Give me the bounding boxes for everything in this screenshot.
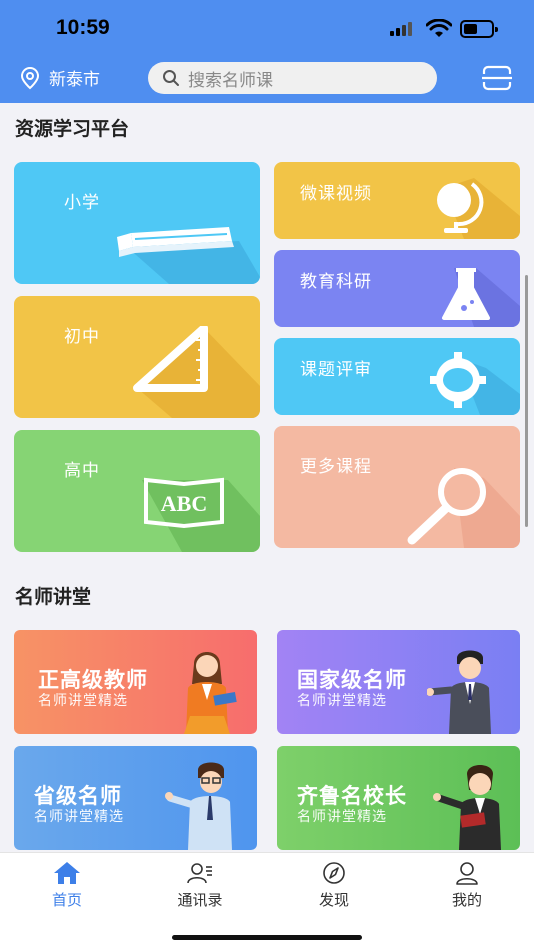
- flask-icon: [442, 268, 520, 327]
- tab-discover[interactable]: 发现: [294, 861, 374, 910]
- card-junior[interactable]: 初中: [14, 296, 260, 418]
- location-pin-icon: [20, 66, 40, 89]
- card-review[interactable]: 课题评审: [274, 338, 520, 415]
- male-glasses-teacher-illustration: [165, 762, 232, 850]
- card-research[interactable]: 教育科研: [274, 250, 520, 327]
- resource-section-title: 资源学习平台: [15, 118, 130, 140]
- teacher-section-title: 名师讲堂: [15, 586, 92, 608]
- tab-profile[interactable]: 我的: [427, 861, 507, 910]
- card-primary[interactable]: 小学: [14, 162, 260, 284]
- status-time: 10:59: [56, 16, 110, 39]
- abc-board-icon: ABC: [142, 477, 260, 552]
- card-research-label: 教育科研: [300, 272, 372, 292]
- teacher-card-senior[interactable]: 正高级教师 名师讲堂精选: [14, 630, 257, 734]
- tab-contacts-label: 通讯录: [177, 891, 223, 909]
- card-micro-video[interactable]: 微课视频: [274, 162, 520, 239]
- card-micro-video-label: 微课视频: [300, 184, 372, 204]
- female-principal-illustration: [433, 765, 501, 850]
- card-more-label: 更多课程: [300, 457, 372, 477]
- home-indicator: [172, 935, 362, 940]
- scrollbar[interactable]: [525, 275, 528, 527]
- tab-home-label: 首页: [51, 891, 82, 909]
- battery-icon: [460, 20, 498, 38]
- search-placeholder: 搜索名师课: [188, 70, 273, 91]
- globe-icon: [437, 178, 520, 239]
- card-junior-label: 初中: [64, 327, 100, 347]
- svg-text:ABC: ABC: [161, 491, 207, 516]
- card-review-label: 课题评审: [300, 360, 372, 380]
- location-label: 新泰市: [49, 70, 100, 90]
- gear-icon: [430, 352, 520, 415]
- location-selector[interactable]: 新泰市: [19, 65, 100, 90]
- search-input[interactable]: 搜索名师课: [148, 62, 437, 94]
- teacher-card-subtitle: 名师讲堂精选: [297, 809, 387, 825]
- card-more[interactable]: 更多课程: [274, 426, 520, 548]
- card-primary-label: 小学: [64, 193, 100, 213]
- set-square-icon: [133, 326, 260, 418]
- home-icon: [54, 862, 80, 884]
- user-icon: [456, 862, 478, 885]
- card-senior-label: 高中: [64, 461, 100, 481]
- teacher-card-national[interactable]: 国家级名师 名师讲堂精选: [277, 630, 520, 734]
- magnifier-icon: [407, 468, 520, 548]
- card-senior[interactable]: 高中 ABC: [14, 430, 260, 552]
- male-teacher-illustration: [427, 650, 491, 734]
- teacher-card-subtitle: 名师讲堂精选: [38, 693, 128, 709]
- wifi-icon: [426, 19, 452, 37]
- compass-icon: [323, 862, 345, 884]
- book-icon: [117, 227, 260, 284]
- teacher-card-subtitle: 名师讲堂精选: [34, 809, 124, 825]
- tab-profile-label: 我的: [451, 891, 482, 909]
- tab-discover-label: 发现: [318, 891, 349, 909]
- top-header: 10:59 新泰市 搜索名师课: [0, 0, 534, 103]
- scan-icon[interactable]: [481, 65, 513, 91]
- teacher-card-principal[interactable]: 齐鲁名校长 名师讲堂精选: [277, 746, 520, 850]
- teacher-card-provincial[interactable]: 省级名师 名师讲堂精选: [14, 746, 257, 850]
- tab-contacts[interactable]: 通讯录: [160, 861, 240, 910]
- signal-icon: [390, 22, 416, 36]
- contacts-icon: [187, 863, 212, 884]
- search-icon: [163, 70, 179, 86]
- tab-home[interactable]: 首页: [27, 861, 107, 910]
- teacher-card-subtitle: 名师讲堂精选: [297, 693, 387, 709]
- female-teacher-illustration: [184, 652, 237, 734]
